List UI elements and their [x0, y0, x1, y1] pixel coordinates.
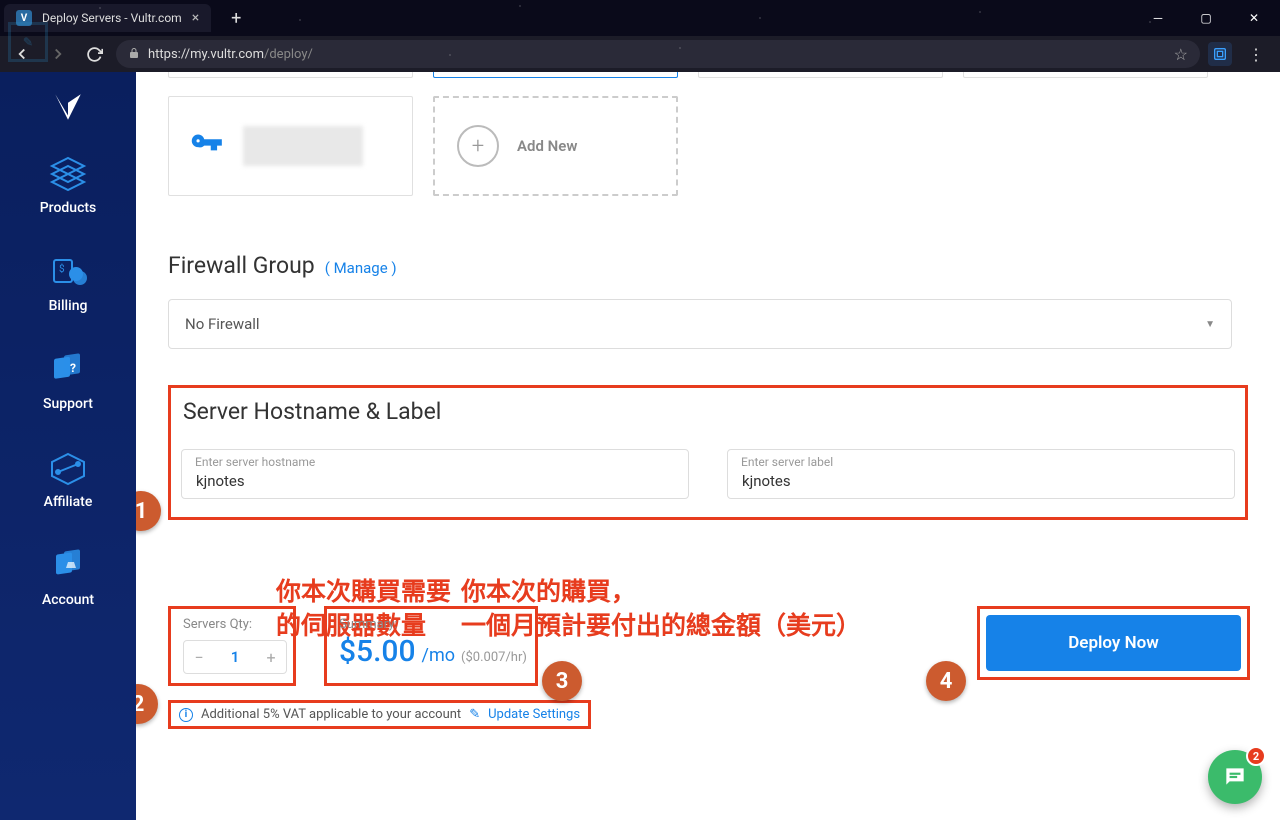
ssh-key-card[interactable]: om: [168, 72, 413, 78]
tab-favicon: V: [16, 10, 32, 26]
sidebar-item-label: Support: [43, 396, 93, 412]
price-per: /mo: [422, 645, 455, 666]
ssh-key-card[interactable]: [168, 96, 413, 196]
lock-icon: [128, 47, 140, 62]
annotation-badge-1: 1: [136, 491, 161, 531]
chevron-down-icon: ▼: [1205, 319, 1215, 330]
url-field[interactable]: https://my.vultr.com/deploy/ ☆: [116, 40, 1200, 68]
sidebar-item-label: Account: [42, 592, 94, 608]
firewall-section-title: Firewall Group ( Manage ): [168, 252, 1250, 279]
address-bar: https://my.vultr.com/deploy/ ☆ ⋮: [0, 36, 1280, 72]
back-button[interactable]: [8, 40, 36, 68]
sidebar-item-label: Affiliate: [44, 494, 93, 510]
svg-text:$: $: [59, 262, 65, 275]
logo-icon[interactable]: [51, 90, 85, 124]
minimize-button[interactable]: ─: [1136, 3, 1180, 33]
support-icon: ?: [46, 350, 90, 390]
firewall-selected: No Firewall: [185, 315, 260, 333]
sidebar: Products $ Billing ? Support Affiliate A…: [0, 72, 136, 820]
vat-text: Additional 5% VAT applicable to your acc…: [201, 707, 461, 722]
reload-button[interactable]: [80, 40, 108, 68]
price-hourly: ($0.007/hr): [461, 650, 527, 665]
chat-badge: 2: [1246, 746, 1266, 766]
sidebar-item-affiliate[interactable]: Affiliate: [0, 438, 136, 524]
vat-notice: i Additional 5% VAT applicable to your a…: [168, 700, 591, 729]
plus-icon: +: [457, 125, 499, 167]
firewall-title: Firewall Group: [168, 252, 315, 279]
annotation-badge-2: 2: [136, 684, 158, 724]
ssh-key-card[interactable]: [698, 72, 943, 78]
ssh-key-card[interactable]: [963, 72, 1208, 78]
qty-minus-button[interactable]: −: [184, 648, 214, 667]
extension-icon[interactable]: [1208, 42, 1232, 66]
url-text: https://my.vultr.com/deploy/: [148, 47, 313, 62]
add-new-button[interactable]: + Add New: [433, 96, 678, 196]
qty-label: Servers Qty:: [183, 617, 281, 632]
annotation-badge-3: 3: [542, 661, 582, 701]
annotation-badge-4: 4: [926, 661, 966, 701]
qty-value: 1: [231, 648, 240, 666]
info-icon: i: [179, 708, 193, 722]
pencil-icon: ✎: [469, 707, 480, 722]
hostname-title: Server Hostname & Label: [183, 398, 1235, 425]
deploy-box: Deploy Now: [977, 606, 1250, 680]
key-icon: [187, 125, 225, 167]
close-tab-icon[interactable]: ×: [192, 10, 199, 26]
summary-box: Summary: $5.00/mo ($0.007/hr): [324, 606, 538, 686]
close-window-button[interactable]: ✕: [1232, 3, 1276, 33]
browser-tab[interactable]: V Deploy Servers - Vultr.com ×: [4, 4, 211, 32]
hostname-section: Server Hostname & Label Enter server hos…: [168, 385, 1248, 520]
chat-widget[interactable]: 2: [1208, 750, 1262, 804]
tab-title: Deploy Servers - Vultr.com: [42, 11, 182, 25]
main-content: om + Add New Firew: [136, 72, 1280, 820]
products-icon: [46, 154, 90, 194]
add-new-label: Add New: [517, 137, 577, 155]
bookmark-icon[interactable]: ☆: [1174, 45, 1188, 64]
servers-qty-box: Servers Qty: − 1 +: [168, 606, 296, 686]
new-tab-button[interactable]: +: [221, 4, 251, 33]
sidebar-item-billing[interactable]: $ Billing: [0, 242, 136, 328]
summary-label: Summary:: [339, 617, 523, 632]
maximize-button[interactable]: ▢: [1184, 3, 1228, 33]
qty-stepper: − 1 +: [183, 640, 287, 674]
affiliate-icon: [46, 448, 90, 488]
forward-button[interactable]: [44, 40, 72, 68]
account-icon: [46, 546, 90, 586]
sidebar-item-products[interactable]: Products: [0, 144, 136, 230]
sidebar-item-label: Billing: [49, 298, 88, 314]
qty-plus-button[interactable]: +: [256, 648, 286, 667]
manage-link[interactable]: ( Manage ): [325, 259, 397, 277]
firewall-select[interactable]: No Firewall ▼: [168, 299, 1232, 349]
sidebar-item-account[interactable]: Account: [0, 536, 136, 622]
annotation-2-line1: 你本次的購買，: [461, 576, 861, 610]
annotation-1-line1: 你本次購買需要: [276, 576, 456, 610]
ssh-key-card-selected[interactable]: [433, 72, 678, 78]
deploy-now-button[interactable]: Deploy Now: [986, 615, 1241, 671]
update-settings-link[interactable]: Update Settings: [488, 707, 580, 722]
label-label: Enter server label: [741, 455, 833, 469]
hostname-label: Enter server hostname: [195, 455, 315, 469]
svg-text:?: ?: [70, 361, 76, 375]
billing-icon: $: [46, 252, 90, 292]
sidebar-item-label: Products: [40, 200, 97, 216]
price-main: $5.00: [339, 634, 416, 669]
browser-menu-icon[interactable]: ⋮: [1240, 45, 1272, 64]
sidebar-item-support[interactable]: ? Support: [0, 340, 136, 426]
window-titlebar: V Deploy Servers - Vultr.com × + ─ ▢ ✕: [0, 0, 1280, 36]
ssh-key-blurred-text: [243, 126, 363, 166]
